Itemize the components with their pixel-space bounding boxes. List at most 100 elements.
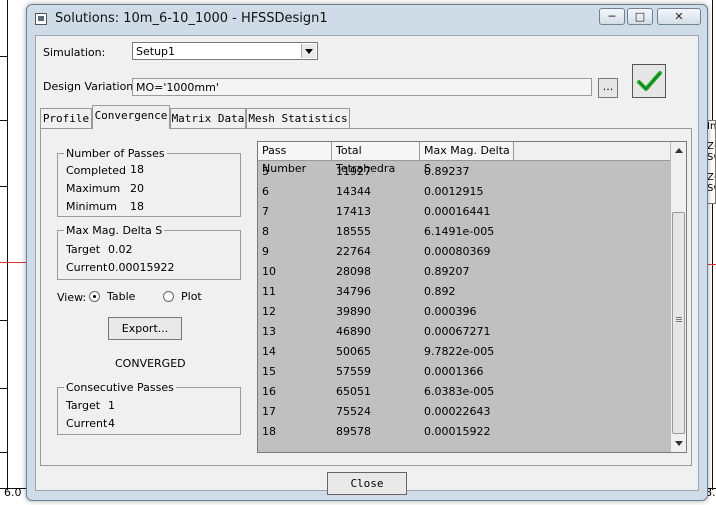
table-row[interactable]: 9 22764 0.00080369 bbox=[258, 242, 670, 262]
table-cell: 11 bbox=[262, 285, 276, 298]
scroll-up-arrow-icon[interactable] bbox=[672, 143, 686, 157]
convergence-status: CONVERGED bbox=[115, 357, 186, 370]
minimum-label: Minimum bbox=[66, 200, 117, 213]
tab-profile[interactable]: Profile bbox=[40, 108, 92, 128]
table-row[interactable]: 5 11927 0.89237 bbox=[258, 162, 670, 182]
table-cell: 10 bbox=[262, 265, 276, 278]
view-label: View: bbox=[57, 291, 87, 304]
table-row[interactable]: 16 65051 6.0383e-005 bbox=[258, 382, 670, 402]
target-value: 0.02 bbox=[108, 243, 133, 256]
table-cell: 65051 bbox=[336, 385, 371, 398]
table-row[interactable]: 12 39890 0.000396 bbox=[258, 302, 670, 322]
table-cell: 0.00015922 bbox=[424, 425, 491, 438]
table-cell: 9 bbox=[262, 245, 269, 258]
minimize-button[interactable]: ─ bbox=[599, 8, 625, 25]
completed-label: Completed bbox=[66, 164, 126, 177]
current-value: 4 bbox=[108, 417, 115, 430]
title-bar[interactable]: Solutions: 10m_6-10_1000 - HFSSDesign1 ─… bbox=[27, 5, 707, 33]
tab-mesh-statistics[interactable]: Mesh Statistics bbox=[246, 108, 350, 128]
dialog-client: Simulation: Setup1 Design Variation: MO=… bbox=[35, 35, 699, 495]
consecutive-passes-group: Consecutive Passes Target 1 Current 4 bbox=[57, 381, 241, 435]
column-header[interactable]: Max Mag. Delta S bbox=[420, 142, 514, 175]
tab-convergence[interactable]: Convergence bbox=[92, 105, 170, 129]
group-title: Number of Passes bbox=[64, 147, 167, 160]
table-cell: 34796 bbox=[336, 285, 371, 298]
scroll-thumb[interactable] bbox=[672, 212, 685, 434]
trace-left bbox=[0, 262, 26, 263]
table-row[interactable]: 13 46890 0.00067271 bbox=[258, 322, 670, 342]
table-cell: 6.0383e-005 bbox=[424, 385, 495, 398]
table-header: Pass Number Total Tetrahedra Max Mag. De… bbox=[258, 142, 670, 175]
table-cell: 0.892 bbox=[424, 285, 456, 298]
table-row[interactable]: 10 28098 0.89207 bbox=[258, 262, 670, 282]
simulation-value: Setup1 bbox=[136, 45, 176, 58]
convergence-panel: Number of Passes Completed 18 Maximum 20… bbox=[40, 128, 692, 466]
table-cell: 0.0001366 bbox=[424, 365, 484, 378]
design-variation-label: Design Variation: bbox=[43, 80, 137, 93]
table-row[interactable]: 7 17413 0.00016441 bbox=[258, 202, 670, 222]
number-of-passes-group: Number of Passes Completed 18 Maximum 20… bbox=[57, 147, 241, 217]
table-cell: 0.00016441 bbox=[424, 205, 491, 218]
table-cell: 0.89207 bbox=[424, 265, 470, 278]
export-button[interactable]: Export... bbox=[108, 317, 182, 340]
table-row[interactable]: 6 14344 0.0012915 bbox=[258, 182, 670, 202]
view-table-label[interactable]: Table bbox=[107, 290, 135, 303]
current-label: Current bbox=[66, 417, 108, 430]
target-value: 1 bbox=[108, 399, 115, 412]
table-cell: 11927 bbox=[336, 165, 371, 178]
target-label: Target bbox=[66, 243, 101, 256]
table-cell: 0.000396 bbox=[424, 305, 477, 318]
table-cell: 15 bbox=[262, 365, 276, 378]
table-row[interactable]: 14 50065 9.7822e-005 bbox=[258, 342, 670, 362]
close-button[interactable]: Close bbox=[327, 472, 407, 495]
table-cell: 6 bbox=[262, 185, 269, 198]
group-title: Consecutive Passes bbox=[64, 381, 176, 394]
app-icon bbox=[35, 13, 47, 25]
table-cell: 0.00022643 bbox=[424, 405, 491, 418]
table-row[interactable]: 8 18555 6.1491e-005 bbox=[258, 222, 670, 242]
table-cell: 6.1491e-005 bbox=[424, 225, 495, 238]
table-cell: 18555 bbox=[336, 225, 371, 238]
table-row[interactable]: 11 34796 0.892 bbox=[258, 282, 670, 302]
table-cell: 50065 bbox=[336, 345, 371, 358]
column-header[interactable]: Pass Number bbox=[258, 142, 332, 175]
table-cell: 46890 bbox=[336, 325, 371, 338]
plot-axis-right bbox=[712, 0, 713, 490]
vertical-scrollbar[interactable] bbox=[670, 142, 686, 452]
table-cell: 9.7822e-005 bbox=[424, 345, 495, 358]
view-plot-radio[interactable] bbox=[163, 291, 174, 302]
completed-value: 18 bbox=[130, 163, 144, 176]
axis-label-left: 6.0 bbox=[4, 486, 22, 499]
delta-s-group: Max Mag. Delta S Target 0.02 Current 0.0… bbox=[57, 224, 241, 280]
scroll-down-arrow-icon[interactable] bbox=[672, 437, 686, 451]
solutions-dialog: Solutions: 10m_6-10_1000 - HFSSDesign1 ─… bbox=[26, 4, 708, 501]
tab-matrix-data[interactable]: Matrix Data bbox=[170, 108, 246, 128]
window-close-button[interactable]: ✕ bbox=[657, 8, 701, 25]
table-cell: 57559 bbox=[336, 365, 371, 378]
apply-check-button[interactable] bbox=[632, 64, 666, 98]
table-cell: 0.89237 bbox=[424, 165, 470, 178]
maximum-label: Maximum bbox=[66, 182, 121, 195]
maximum-value: 20 bbox=[130, 182, 144, 195]
chevron-down-icon[interactable] bbox=[301, 44, 316, 58]
checkmark-icon bbox=[637, 71, 662, 91]
column-header[interactable]: Total Tetrahedra bbox=[332, 142, 420, 175]
table-cell: 75524 bbox=[336, 405, 371, 418]
table-cell: 22764 bbox=[336, 245, 371, 258]
table-cell: 13 bbox=[262, 325, 276, 338]
view-plot-label[interactable]: Plot bbox=[181, 290, 202, 303]
table-row[interactable]: 17 75524 0.00022643 bbox=[258, 402, 670, 422]
convergence-table[interactable]: Pass Number Total Tetrahedra Max Mag. De… bbox=[257, 141, 687, 453]
group-title: Max Mag. Delta S bbox=[64, 224, 165, 237]
view-table-radio[interactable] bbox=[89, 291, 100, 302]
plot-axis-left bbox=[7, 0, 8, 490]
table-cell: 28098 bbox=[336, 265, 371, 278]
table-row[interactable]: 18 89578 0.00015922 bbox=[258, 422, 670, 442]
window-title: Solutions: 10m_6-10_1000 - HFSSDesign1 bbox=[55, 11, 328, 26]
simulation-select[interactable]: Setup1 bbox=[132, 42, 318, 60]
table-cell: 5 bbox=[262, 165, 269, 178]
simulation-label: Simulation: bbox=[43, 46, 106, 59]
table-row[interactable]: 15 57559 0.0001366 bbox=[258, 362, 670, 382]
design-variation-browse-button[interactable]: ... bbox=[598, 78, 618, 98]
maximize-button[interactable]: □ bbox=[627, 8, 653, 25]
